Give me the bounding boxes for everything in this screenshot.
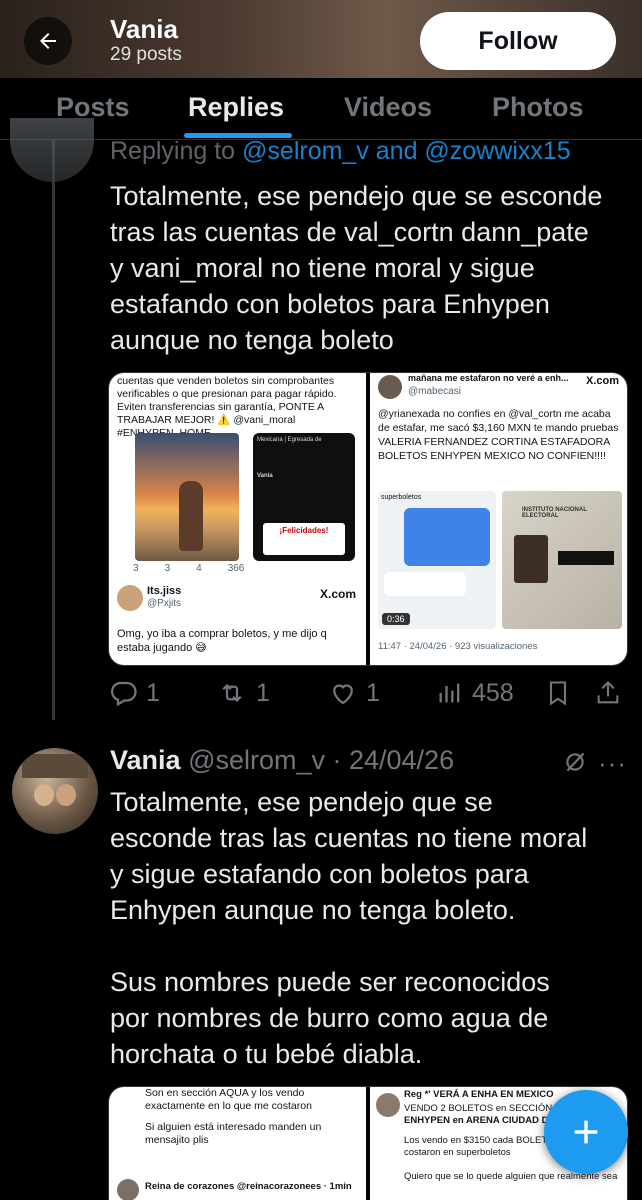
chat-screenshot: superboletos 0:36 bbox=[378, 491, 496, 629]
tab-videos[interactable]: Videos bbox=[344, 92, 432, 123]
id-card-photo: INSTITUTO NACIONAL ELECTORAL bbox=[502, 491, 622, 629]
profile-header: Vania 29 posts Follow bbox=[0, 0, 642, 78]
reg-user-line: Reg *' VERÁ A ENHA EN MEXICO bbox=[404, 1089, 554, 1100]
inner-profile-card: Mexicana | Egresada de Vania ¡Felicidade… bbox=[253, 433, 355, 561]
tweet-text: Totalmente, ese pendejo que se esconde t… bbox=[110, 787, 588, 1069]
repost-count: 1 bbox=[256, 678, 270, 707]
grok-icon bbox=[566, 752, 585, 772]
avatar[interactable] bbox=[12, 748, 98, 834]
its-jiss-avatar bbox=[117, 585, 143, 611]
reg-avatar bbox=[376, 1093, 400, 1117]
back-button[interactable] bbox=[24, 17, 72, 65]
media-image-right[interactable]: mañana me estafaron no veré a enh... @ma… bbox=[370, 373, 627, 665]
replying-to: Replying to @selrom_v and @zowwixx15 bbox=[110, 137, 571, 166]
x-source-right: X.com bbox=[585, 375, 619, 387]
views-icon bbox=[439, 683, 460, 703]
inner-felicidades: ¡Felicidades! bbox=[263, 523, 345, 555]
reina-user-line: Reina de corazones @reinacorazonees · 1m… bbox=[145, 1181, 352, 1192]
mabecasi-handle: @mabecasi bbox=[408, 386, 461, 397]
bookmark-action[interactable] bbox=[544, 678, 572, 708]
parent-avatar[interactable] bbox=[10, 118, 94, 182]
share-icon bbox=[597, 681, 619, 704]
media-left-stats: 3 3 4 366 bbox=[133, 563, 244, 574]
inner-caption: Mexicana | Egresada de bbox=[257, 437, 322, 443]
comment-icon bbox=[111, 681, 137, 707]
reg-text3: Los vendo en $3150 cada BOLET bbox=[404, 1135, 548, 1146]
plus-icon bbox=[574, 1120, 598, 1144]
tweet-header: Vania @selrom_v · 24/04/26 bbox=[110, 745, 454, 776]
reina-avatar bbox=[117, 1179, 139, 1200]
video-duration: 0:36 bbox=[382, 613, 410, 625]
inner-name: Vania bbox=[257, 473, 273, 479]
repost-icon bbox=[222, 683, 242, 703]
views-action[interactable]: 458 bbox=[436, 678, 514, 708]
profile-tabs: Posts Replies Videos Photos bbox=[0, 78, 642, 140]
stat-repost: 3 bbox=[164, 563, 171, 574]
follow-button[interactable]: Follow bbox=[420, 12, 616, 70]
x-source: X.com bbox=[319, 587, 356, 601]
profile-name: Vania bbox=[110, 14, 178, 44]
media-image-left[interactable]: cuentas que venden boletos sin comproban… bbox=[109, 373, 366, 665]
mabecasi-title: mañana me estafaron no veré a enh... bbox=[408, 373, 569, 383]
stat-views: 366 bbox=[227, 563, 245, 574]
mabecasi-footer: 11:47 · 24/04/26 · 923 visualizaciones bbox=[378, 641, 538, 652]
reg-text2: ENHYPEN en ARENA CIUDAD DE bbox=[404, 1115, 555, 1126]
tweet-author-name[interactable]: Vania bbox=[110, 745, 181, 775]
id-title: INSTITUTO NACIONAL ELECTORAL bbox=[522, 507, 587, 519]
reply-count: 1 bbox=[146, 678, 160, 707]
compose-button[interactable] bbox=[544, 1090, 628, 1174]
tab-replies[interactable]: Replies bbox=[188, 92, 284, 123]
reg-text1: VENDO 2 BOLETOS en SECCIÓN bbox=[404, 1103, 553, 1114]
its-jiss-name: Its.jiss bbox=[147, 585, 182, 597]
stat-like: 4 bbox=[196, 563, 202, 574]
mabecasi-text: @yrianexada no confies en @val_cortn me … bbox=[378, 408, 619, 462]
replying-prefix: Replying to bbox=[110, 137, 243, 165]
media-image-left[interactable]: Son en sección AQUA y los vendo exactame… bbox=[109, 1087, 366, 1200]
heart-icon bbox=[333, 684, 353, 705]
reply-media[interactable]: cuentas que venden boletos sin comproban… bbox=[108, 372, 628, 666]
tweet-meta[interactable]: @selrom_v · 24/04/26 bbox=[188, 745, 454, 775]
share-action[interactable] bbox=[594, 678, 622, 708]
like-count: 1 bbox=[366, 678, 380, 707]
reg-text4: costaron en superboletos bbox=[404, 1147, 511, 1158]
its-jiss-handle: @Pxjits bbox=[147, 598, 182, 609]
media-left-text: cuentas que venden boletos sin comproban… bbox=[117, 375, 337, 439]
grok-button[interactable] bbox=[562, 749, 588, 780]
beach-photo bbox=[135, 433, 239, 561]
media2-left-text1: Son en sección AQUA y los vendo exactame… bbox=[145, 1087, 312, 1112]
repost-action[interactable]: 1 bbox=[216, 678, 270, 708]
its-jiss-text: Omg, yo iba a comprar boletos, y me dijo… bbox=[117, 628, 327, 654]
stat-reply: 3 bbox=[133, 563, 139, 574]
reply-action[interactable]: 1 bbox=[108, 678, 160, 708]
mabecasi-avatar bbox=[378, 375, 402, 399]
more-options-icon[interactable]: ··· bbox=[598, 748, 627, 779]
replying-handles[interactable]: @selrom_v and @zowwixx15 bbox=[242, 137, 571, 165]
chat-title: superboletos bbox=[381, 494, 422, 501]
post-count: 29 posts bbox=[110, 44, 182, 65]
reply-text: Totalmente, ese pendejo que se esconde t… bbox=[110, 181, 603, 355]
tab-photos[interactable]: Photos bbox=[492, 92, 584, 123]
like-action[interactable]: 1 bbox=[328, 678, 380, 708]
arrow-left-icon bbox=[40, 33, 56, 49]
reply-actions: 1 1 1 458 bbox=[108, 678, 628, 718]
bookmark-icon bbox=[549, 681, 567, 706]
views-count: 458 bbox=[472, 678, 514, 707]
thread-line bbox=[52, 140, 55, 720]
media2-left-text2: Si alguien está interesado manden un men… bbox=[145, 1121, 322, 1146]
